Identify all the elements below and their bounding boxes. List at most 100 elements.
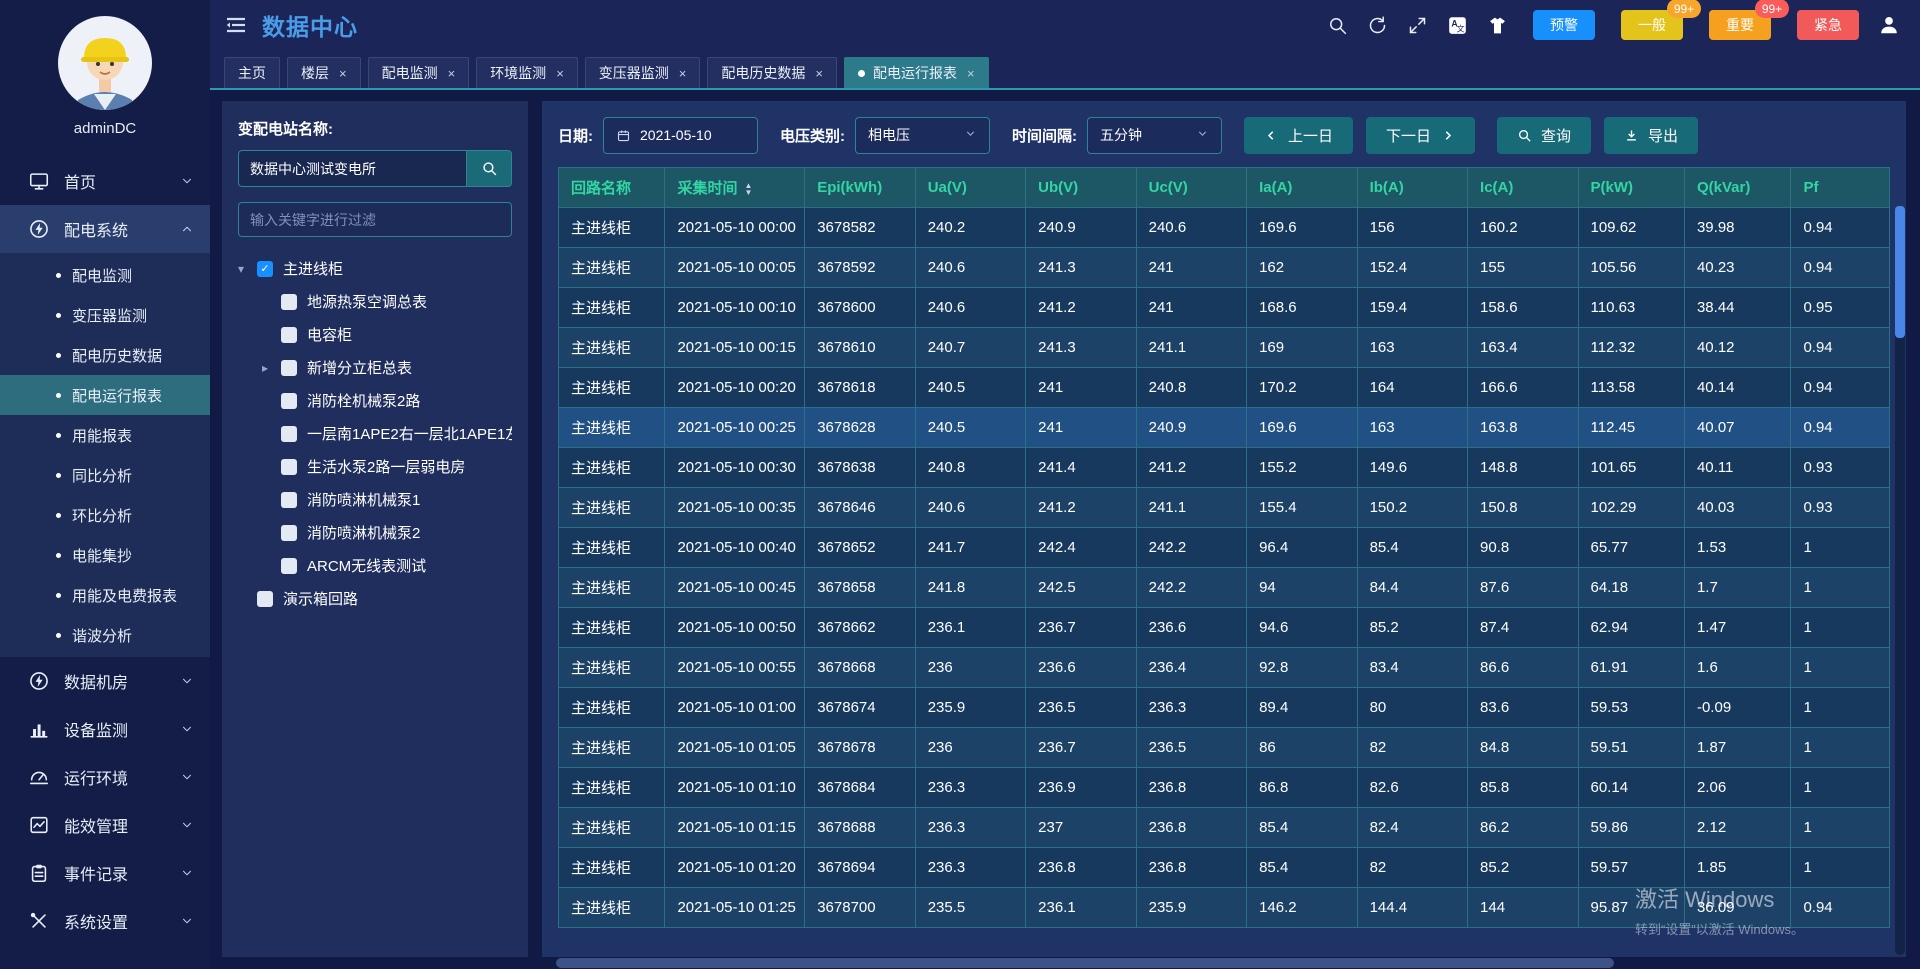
table-row[interactable]: 主进线柜2021-05-10 00:503678662236.1236.7236… [559, 608, 1890, 648]
sidebar-subitem-同比分析[interactable]: 同比分析 [0, 455, 210, 495]
avatar[interactable] [58, 16, 152, 110]
tab-配电监测[interactable]: 配电监测× [368, 57, 470, 88]
sidebar-subitem-环比分析[interactable]: 环比分析 [0, 495, 210, 535]
sidebar-item-数据机房[interactable]: 数据机房 [0, 657, 210, 705]
checkbox-unchecked[interactable] [257, 591, 273, 607]
table-row[interactable]: 主进线柜2021-05-10 01:053678678236236.7236.5… [559, 728, 1890, 768]
sidebar-item-事件记录[interactable]: 事件记录 [0, 849, 210, 897]
alarm-button-紧急[interactable]: 紧急 [1797, 10, 1859, 40]
sidebar-subitem-谐波分析[interactable]: 谐波分析 [0, 615, 210, 655]
tab-close-icon[interactable]: × [967, 66, 975, 81]
sidebar-item-首页[interactable]: 首页 [0, 157, 210, 205]
fullscreen-icon[interactable] [1407, 15, 1428, 36]
checkbox-unchecked[interactable] [281, 492, 297, 508]
table-row[interactable]: 主进线柜2021-05-10 00:303678638240.8241.4241… [559, 448, 1890, 488]
tab-楼层[interactable]: 楼层× [287, 57, 361, 88]
tab-close-icon[interactable]: × [679, 66, 687, 81]
tree-node-生活水泵2路一层弱电房[interactable]: 生活水泵2路一层弱电房 [262, 450, 512, 483]
voltage-type-select[interactable]: 相电压 [855, 117, 990, 154]
caret-right-icon[interactable]: ▸ [262, 361, 281, 375]
checkbox-unchecked[interactable] [281, 294, 297, 310]
station-search-button[interactable] [466, 150, 512, 187]
column-header-Pf[interactable]: Pf [1791, 168, 1890, 208]
column-header-Ia(A)[interactable]: Ia(A) [1247, 168, 1357, 208]
sidebar-subitem-用能报表[interactable]: 用能报表 [0, 415, 210, 455]
tab-close-icon[interactable]: × [556, 66, 564, 81]
checkbox-unchecked[interactable] [281, 327, 297, 343]
tab-配电历史数据[interactable]: 配电历史数据× [707, 57, 837, 88]
alarm-button-一般[interactable]: 一般99+ [1621, 10, 1683, 40]
table-row[interactable]: 主进线柜2021-05-10 00:453678658241.8242.5242… [559, 568, 1890, 608]
table-row[interactable]: 主进线柜2021-05-10 01:103678684236.3236.9236… [559, 768, 1890, 808]
table-row[interactable]: 主进线柜2021-05-10 00:103678600240.6241.2241… [559, 288, 1890, 328]
sidebar-item-能效管理[interactable]: 能效管理 [0, 801, 210, 849]
column-header-Ua(V)[interactable]: Ua(V) [915, 168, 1025, 208]
table-row[interactable]: 主进线柜2021-05-10 00:003678582240.2240.9240… [559, 208, 1890, 248]
checkbox-unchecked[interactable] [281, 459, 297, 475]
table-row[interactable]: 主进线柜2021-05-10 00:053678592240.6241.3241… [559, 248, 1890, 288]
column-header-Uc(V)[interactable]: Uc(V) [1136, 168, 1246, 208]
column-header-Epi(kWh)[interactable]: Epi(kWh) [805, 168, 915, 208]
tree-node-新增分立柜总表[interactable]: ▸新增分立柜总表 [262, 351, 512, 384]
horizontal-scrollbar-thumb[interactable] [556, 958, 1614, 968]
search-icon[interactable] [1327, 15, 1348, 36]
tree-node-一层南1APE2右一层北1APE1左[interactable]: 一层南1APE2右一层北1APE1左 [262, 417, 512, 450]
sidebar-subitem-用能及电费报表[interactable]: 用能及电费报表 [0, 575, 210, 615]
tree-node-消防喷淋机械泵2[interactable]: 消防喷淋机械泵2 [262, 516, 512, 549]
tab-变压器监测[interactable]: 变压器监测× [585, 57, 701, 88]
column-header-P(kW)[interactable]: P(kW) [1578, 168, 1684, 208]
column-header-回路名称[interactable]: 回路名称 [559, 168, 665, 208]
table-row[interactable]: 主进线柜2021-05-10 01:153678688236.3237236.8… [559, 808, 1890, 848]
column-header-Ib(A)[interactable]: Ib(A) [1357, 168, 1467, 208]
interval-select[interactable]: 五分钟 [1087, 117, 1222, 154]
alarm-button-预警[interactable]: 预警 [1533, 10, 1595, 40]
tree-node-主进线柜[interactable]: ▾✓主进线柜 [238, 252, 512, 285]
tab-主页[interactable]: 主页 [224, 57, 280, 88]
checkbox-unchecked[interactable] [281, 426, 297, 442]
checkbox-unchecked[interactable] [281, 558, 297, 574]
alarm-button-重要[interactable]: 重要99+ [1709, 10, 1771, 40]
tab-close-icon[interactable]: × [448, 66, 456, 81]
next-day-button[interactable]: 下一日 [1366, 117, 1475, 154]
checkbox-checked[interactable]: ✓ [257, 261, 273, 277]
tree-filter-input[interactable] [238, 202, 512, 237]
table-row[interactable]: 主进线柜2021-05-10 00:203678618240.5241240.8… [559, 368, 1890, 408]
station-name-input[interactable] [238, 150, 466, 187]
sidebar-item-运行环境[interactable]: 运行环境 [0, 753, 210, 801]
sidebar-subitem-配电历史数据[interactable]: 配电历史数据 [0, 335, 210, 375]
tab-close-icon[interactable]: × [339, 66, 347, 81]
collapse-menu-icon[interactable] [224, 13, 248, 37]
tab-配电运行报表[interactable]: 配电运行报表× [844, 57, 989, 88]
query-button[interactable]: 查询 [1497, 117, 1591, 154]
tree-node-消防栓机械泵2路[interactable]: 消防栓机械泵2路 [262, 384, 512, 417]
tree-node-ARCM无线表测试[interactable]: ARCM无线表测试 [262, 549, 512, 582]
table-row[interactable]: 主进线柜2021-05-10 01:253678700235.5236.1235… [559, 888, 1890, 928]
user-icon[interactable] [1878, 14, 1900, 36]
sidebar-subitem-电能集抄[interactable]: 电能集抄 [0, 535, 210, 575]
table-row[interactable]: 主进线柜2021-05-10 00:403678652241.7242.4242… [559, 528, 1890, 568]
tab-close-icon[interactable]: × [815, 66, 823, 81]
checkbox-unchecked[interactable] [281, 393, 297, 409]
sort-icon[interactable]: ▲▼ [744, 182, 752, 196]
sidebar-subitem-变压器监测[interactable]: 变压器监测 [0, 295, 210, 335]
tab-环境监测[interactable]: 环境监测× [476, 57, 578, 88]
table-row[interactable]: 主进线柜2021-05-10 00:153678610240.7241.3241… [559, 328, 1890, 368]
translate-icon[interactable]: A文 [1447, 15, 1468, 36]
sidebar-subitem-配电监测[interactable]: 配电监测 [0, 255, 210, 295]
column-header-Ub(V)[interactable]: Ub(V) [1026, 168, 1136, 208]
tree-node-电容柜[interactable]: 电容柜 [262, 318, 512, 351]
sidebar-item-系统设置[interactable]: 系统设置 [0, 897, 210, 945]
caret-down-icon[interactable]: ▾ [238, 262, 257, 276]
prev-day-button[interactable]: 上一日 [1244, 117, 1353, 154]
table-row[interactable]: 主进线柜2021-05-10 01:203678694236.3236.8236… [559, 848, 1890, 888]
column-header-Q(kVar)[interactable]: Q(kVar) [1684, 168, 1790, 208]
tree-node-地源热泵空调总表[interactable]: 地源热泵空调总表 [262, 285, 512, 318]
sidebar-item-设备监测[interactable]: 设备监测 [0, 705, 210, 753]
checkbox-unchecked[interactable] [281, 360, 297, 376]
checkbox-unchecked[interactable] [281, 525, 297, 541]
refresh-icon[interactable] [1367, 15, 1388, 36]
table-row[interactable]: 主进线柜2021-05-10 00:353678646240.6241.2241… [559, 488, 1890, 528]
date-picker[interactable]: 2021-05-10 [603, 117, 758, 154]
tree-node-消防喷淋机械泵1[interactable]: 消防喷淋机械泵1 [262, 483, 512, 516]
tree-node-演示箱回路[interactable]: 演示箱回路 [238, 582, 512, 615]
